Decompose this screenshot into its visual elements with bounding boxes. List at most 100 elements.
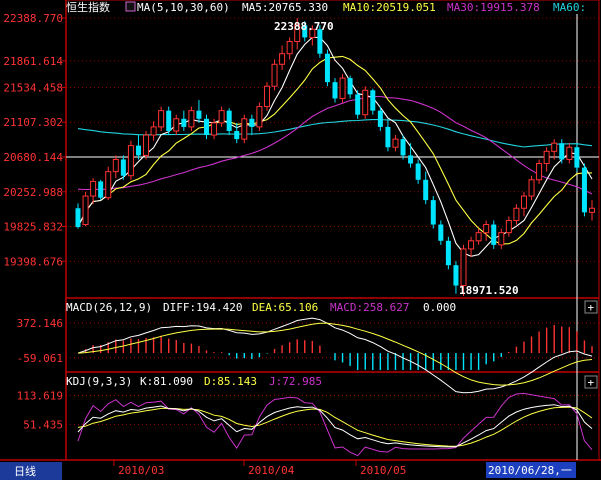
candle-body — [589, 207, 595, 213]
candle-body — [143, 134, 150, 156]
y-tick-label: 22388.770 — [3, 12, 63, 25]
candle-body — [559, 143, 565, 160]
candle-body — [82, 195, 89, 226]
plus-icon: + — [588, 376, 595, 389]
candle-body — [324, 53, 330, 83]
x-tick-label: 2010/04 — [248, 464, 295, 477]
candle-body — [566, 146, 573, 160]
y-tick-label: 19825.832 — [3, 221, 63, 234]
kdj-d: D:85.143 — [204, 375, 257, 388]
macd-value: MACD:258.627 — [330, 301, 409, 314]
ma10-label: MA10:20519.051 — [343, 1, 436, 14]
high-annotation: 22388.770 — [274, 20, 334, 33]
candle-body — [574, 147, 580, 168]
candle-body — [460, 248, 467, 287]
stock-chart[interactable]: 22388.770 21861.614 21534.458 21107.302 2068… — [0, 0, 601, 480]
chart-title: 恒生指数 — [66, 0, 110, 14]
candle-body — [520, 195, 527, 209]
candle-body — [551, 142, 558, 152]
candle-body — [445, 240, 451, 266]
candle-body — [498, 232, 505, 246]
candle-body — [112, 158, 119, 173]
candle-body — [415, 163, 421, 180]
selected-date: 2010/06/28,一 — [488, 464, 572, 477]
x-tick-label: 2010/03 — [118, 464, 164, 477]
candle-body — [581, 167, 587, 213]
candle-body — [241, 118, 248, 140]
x-tick-label: 2010/05 — [360, 464, 406, 477]
candle-body — [513, 207, 520, 221]
y-tick-label: 20680.144 — [3, 151, 63, 164]
macd-extra: 0.000 — [423, 301, 456, 314]
candle-body — [408, 155, 414, 164]
candle-body — [218, 110, 225, 124]
macd-diff: DIFF:194.420 — [163, 301, 242, 314]
candle-body — [332, 82, 338, 99]
ma-lines — [77, 36, 593, 257]
candle-body — [385, 126, 391, 148]
candle-body — [211, 122, 218, 136]
candle-body — [536, 163, 543, 181]
ma30-label: MA30:19915.378 — [447, 1, 540, 14]
y-tick-label: -59.061 — [17, 352, 63, 365]
candle-body — [362, 89, 369, 116]
tab-daily[interactable]: 日线 — [0, 462, 62, 480]
candle-body — [181, 118, 187, 127]
candle-body — [370, 90, 376, 111]
candle-body — [491, 224, 497, 245]
candle-body — [173, 118, 180, 132]
candle-body — [263, 85, 270, 108]
candle-body — [150, 126, 157, 136]
candle-body — [505, 219, 512, 234]
candle-body — [90, 180, 97, 197]
candle-body — [188, 110, 195, 128]
candle-body — [339, 77, 346, 99]
candle-body — [483, 224, 490, 234]
kdj-k: K:81.090 — [140, 375, 193, 388]
low-annotation: 18971.520 — [459, 284, 519, 297]
candle-body — [249, 118, 255, 127]
candle-body — [166, 110, 172, 131]
main-grid — [62, 14, 599, 460]
y-tick-label: 113.619 — [17, 389, 63, 402]
y-tick-label: 19398.676 — [3, 255, 63, 268]
ma5-line — [77, 36, 593, 257]
candle-body — [226, 110, 232, 131]
ma-params: MA(5,10,30,60) — [137, 1, 230, 14]
tab-daily-label: 日线 — [14, 464, 36, 478]
candle-body — [234, 130, 240, 140]
candle-body — [528, 179, 535, 197]
plus-icon: + — [588, 301, 595, 314]
candle-body — [347, 78, 353, 95]
candle-body — [256, 106, 263, 128]
candle-body — [127, 145, 134, 177]
candle-body — [105, 171, 112, 199]
ma60-label: MA60: — [553, 1, 586, 14]
candle-body — [475, 232, 482, 242]
candle-body — [271, 63, 278, 87]
candle-body — [392, 138, 399, 148]
y-tick-label: 21861.614 — [3, 55, 63, 68]
y-tick-labels: 22388.770 21861.614 21534.458 21107.302 2068… — [3, 12, 63, 431]
candle-body — [204, 118, 209, 136]
candle-body — [196, 110, 202, 119]
y-tick-label: 21534.458 — [3, 81, 63, 94]
y-tick-label: 20252.988 — [3, 186, 63, 199]
candle-body — [135, 145, 141, 156]
candle-body — [423, 179, 429, 201]
candle-body — [468, 240, 475, 250]
macd-dea: DEA:65.106 — [252, 301, 318, 314]
candle-body — [438, 224, 444, 241]
candle-body — [543, 150, 550, 165]
outer-border — [65, 0, 600, 461]
candle-body — [453, 265, 459, 286]
candle-body — [75, 208, 81, 227]
kdj-expand-button[interactable]: + — [584, 375, 598, 389]
candle-body — [279, 53, 286, 65]
kdj-params: KDJ(9,3,3) — [66, 375, 132, 388]
candle-body — [120, 159, 126, 176]
ma-legend-icon — [125, 1, 136, 12]
y-tick-label: 51.435 — [23, 418, 63, 431]
macd-expand-button[interactable]: + — [584, 300, 598, 314]
candle-body — [377, 110, 383, 127]
